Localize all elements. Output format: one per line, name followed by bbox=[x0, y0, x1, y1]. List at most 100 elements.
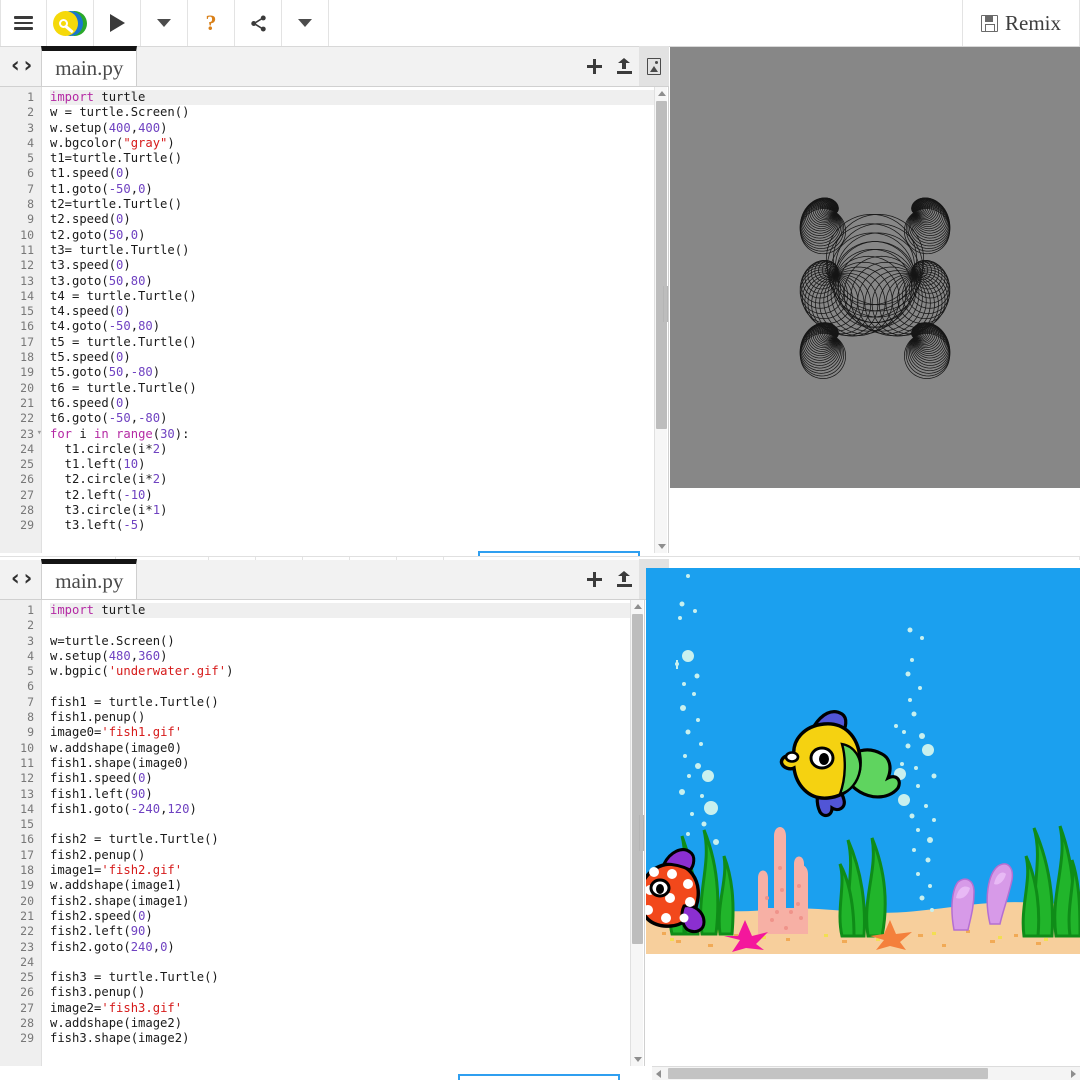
code-line[interactable]: fish1.goto(-240,120) bbox=[50, 802, 630, 817]
code-line[interactable]: t3.goto(50,80) bbox=[50, 274, 654, 289]
code-line[interactable]: w = turtle.Screen() bbox=[50, 105, 654, 120]
code-line[interactable]: image0='fish1.gif' bbox=[50, 725, 630, 740]
code-line[interactable]: fish1.penup() bbox=[50, 710, 630, 725]
code-line[interactable]: t1.left(10) bbox=[50, 457, 654, 472]
code-line[interactable]: t1.goto(-50,0) bbox=[50, 182, 654, 197]
run-button[interactable] bbox=[94, 0, 141, 46]
code-line[interactable]: fish2.shape(image1) bbox=[50, 894, 630, 909]
remix-button[interactable]: Remix bbox=[962, 0, 1080, 46]
scroll-down-arrow-icon[interactable] bbox=[634, 1057, 642, 1062]
hscroll-thumb-2[interactable] bbox=[668, 1068, 988, 1079]
file-nav-arrows-1[interactable]: ‹ › bbox=[0, 55, 41, 86]
code-line[interactable]: t2.circle(i*2) bbox=[50, 472, 654, 487]
code-line[interactable]: fish2.left(90) bbox=[50, 924, 630, 939]
code-line[interactable]: t6 = turtle.Turtle() bbox=[50, 381, 654, 396]
code-line[interactable]: fish3.shape(image2) bbox=[50, 1031, 630, 1046]
scroll-up-arrow-icon[interactable] bbox=[658, 91, 666, 96]
code-line[interactable]: t5 = turtle.Turtle() bbox=[50, 335, 654, 350]
nav-next-icon[interactable]: › bbox=[24, 568, 33, 589]
add-file-button-2[interactable] bbox=[579, 559, 609, 599]
file-tab-mainpy-2[interactable]: main.py bbox=[41, 559, 138, 599]
code-lines-1[interactable]: import turtle w = turtle.Screen() w.setup(… bbox=[42, 87, 654, 553]
nav-next-icon[interactable]: › bbox=[24, 55, 33, 76]
image-file-button-1[interactable] bbox=[639, 46, 669, 86]
trinket-logo-button[interactable] bbox=[47, 0, 94, 46]
scroll-up-arrow-icon[interactable] bbox=[634, 604, 642, 609]
code-line[interactable]: t3.left(-5) bbox=[50, 518, 654, 533]
help-button[interactable]: ? bbox=[188, 0, 235, 46]
code-line[interactable]: import turtle bbox=[50, 90, 654, 106]
code-line[interactable]: fish1.shape(image0) bbox=[50, 756, 630, 771]
code-line[interactable] bbox=[50, 679, 630, 694]
code-line[interactable]: image1='fish2.gif' bbox=[50, 863, 630, 878]
scroll-down-arrow-icon[interactable] bbox=[658, 544, 666, 549]
line-number: 24 bbox=[20, 441, 34, 456]
upload-file-button-2[interactable] bbox=[609, 559, 639, 599]
code-line[interactable]: image2='fish3.gif' bbox=[50, 1001, 630, 1016]
code-line[interactable]: t2.left(-10) bbox=[50, 488, 654, 503]
code-line[interactable]: import turtle bbox=[50, 603, 630, 619]
code-line[interactable]: fish2 = turtle.Turtle() bbox=[50, 832, 630, 847]
code-line[interactable]: t6.speed(0) bbox=[50, 396, 654, 411]
code-line[interactable] bbox=[50, 618, 630, 633]
scroll-left-arrow-icon[interactable] bbox=[656, 1069, 661, 1078]
code-line[interactable]: t5.goto(50,-80) bbox=[50, 365, 654, 380]
upload-file-button-1[interactable] bbox=[609, 46, 639, 86]
vscroll-thumb-2[interactable] bbox=[632, 614, 643, 944]
code-line[interactable]: t5.speed(0) bbox=[50, 350, 654, 365]
code-line[interactable]: fish2.goto(240,0) bbox=[50, 940, 630, 955]
nav-prev-icon[interactable]: ‹ bbox=[11, 55, 20, 76]
code-line[interactable]: t1=turtle.Turtle() bbox=[50, 151, 654, 166]
code-line[interactable]: t6.goto(-50,-80) bbox=[50, 411, 654, 426]
vscroll-thumb-1[interactable] bbox=[656, 101, 667, 429]
editor-header-1: ‹ › main.py bbox=[0, 46, 669, 87]
code-line[interactable]: w.setup(400,400) bbox=[50, 121, 654, 136]
code-line[interactable]: w.bgpic('underwater.gif') bbox=[50, 664, 630, 679]
code-line[interactable]: fish1 = turtle.Turtle() bbox=[50, 695, 630, 710]
code-line[interactable]: t4.goto(-50,80) bbox=[50, 319, 654, 334]
code-line[interactable]: fish3 = turtle.Turtle() bbox=[50, 970, 630, 985]
code-line[interactable]: w.addshape(image1) bbox=[50, 878, 630, 893]
code-line[interactable]: t1.circle(i*2) bbox=[50, 442, 654, 457]
share-button[interactable] bbox=[235, 0, 282, 46]
code-editor-2[interactable]: 1 2 3 4 5 6 7 8 9 10 11 12 13 14 15 16 17 18 19 20 21 22 23 24 2… bbox=[0, 600, 645, 1066]
code-line[interactable]: t4.speed(0) bbox=[50, 304, 654, 319]
remix-label: Remix bbox=[1005, 10, 1061, 35]
code-line[interactable]: fish1.speed(0) bbox=[50, 771, 630, 786]
code-line[interactable]: t2=turtle.Turtle() bbox=[50, 197, 654, 212]
code-line[interactable]: fish2.speed(0) bbox=[50, 909, 630, 924]
code-line[interactable]: t3.circle(i*1) bbox=[50, 503, 654, 518]
code-line[interactable]: w.addshape(image2) bbox=[50, 1016, 630, 1031]
line-number: 14 bbox=[20, 801, 34, 816]
code-line[interactable] bbox=[50, 817, 630, 832]
file-tab-mainpy-1[interactable]: main.py bbox=[41, 46, 138, 86]
result-hscrollbar-2[interactable] bbox=[652, 1066, 1080, 1080]
code-line[interactable]: t2.speed(0) bbox=[50, 212, 654, 227]
code-line[interactable]: t3= turtle.Turtle() bbox=[50, 243, 654, 258]
code-line[interactable]: fish3.penup() bbox=[50, 985, 630, 1000]
turtle-underwater-output bbox=[646, 568, 1080, 954]
code-line[interactable]: w.setup(480,360) bbox=[50, 649, 630, 664]
code-line[interactable]: w.addshape(image0) bbox=[50, 741, 630, 756]
scroll-right-arrow-icon[interactable] bbox=[1071, 1069, 1076, 1078]
code-editor-1[interactable]: 1234567891011121314151617181920212223242… bbox=[0, 87, 669, 553]
add-file-button-1[interactable] bbox=[579, 46, 609, 86]
code-line[interactable]: w=turtle.Screen() bbox=[50, 634, 630, 649]
code-line[interactable]: t3.speed(0) bbox=[50, 258, 654, 273]
code-line[interactable]: fish2.penup() bbox=[50, 848, 630, 863]
line-number: 9 bbox=[27, 212, 34, 227]
share-options-button[interactable] bbox=[282, 0, 329, 46]
code-line[interactable]: t4 = turtle.Turtle() bbox=[50, 289, 654, 304]
code-line[interactable]: fish1.left(90) bbox=[50, 787, 630, 802]
code-lines-2[interactable]: import turtle w=turtle.Screen() w.setup(4… bbox=[42, 600, 630, 1066]
code-line[interactable]: t1.speed(0) bbox=[50, 166, 654, 181]
code-line[interactable]: for i in range(30): bbox=[50, 427, 654, 442]
line-number: 19 bbox=[20, 878, 34, 893]
file-nav-arrows-2[interactable]: ‹ › bbox=[0, 568, 41, 599]
code-line[interactable]: w.bgcolor("gray") bbox=[50, 136, 654, 151]
nav-prev-icon[interactable]: ‹ bbox=[11, 568, 20, 589]
code-line[interactable]: t2.goto(50,0) bbox=[50, 228, 654, 243]
run-options-button[interactable] bbox=[141, 0, 188, 46]
menu-button[interactable] bbox=[0, 0, 47, 46]
code-line[interactable] bbox=[50, 955, 630, 970]
